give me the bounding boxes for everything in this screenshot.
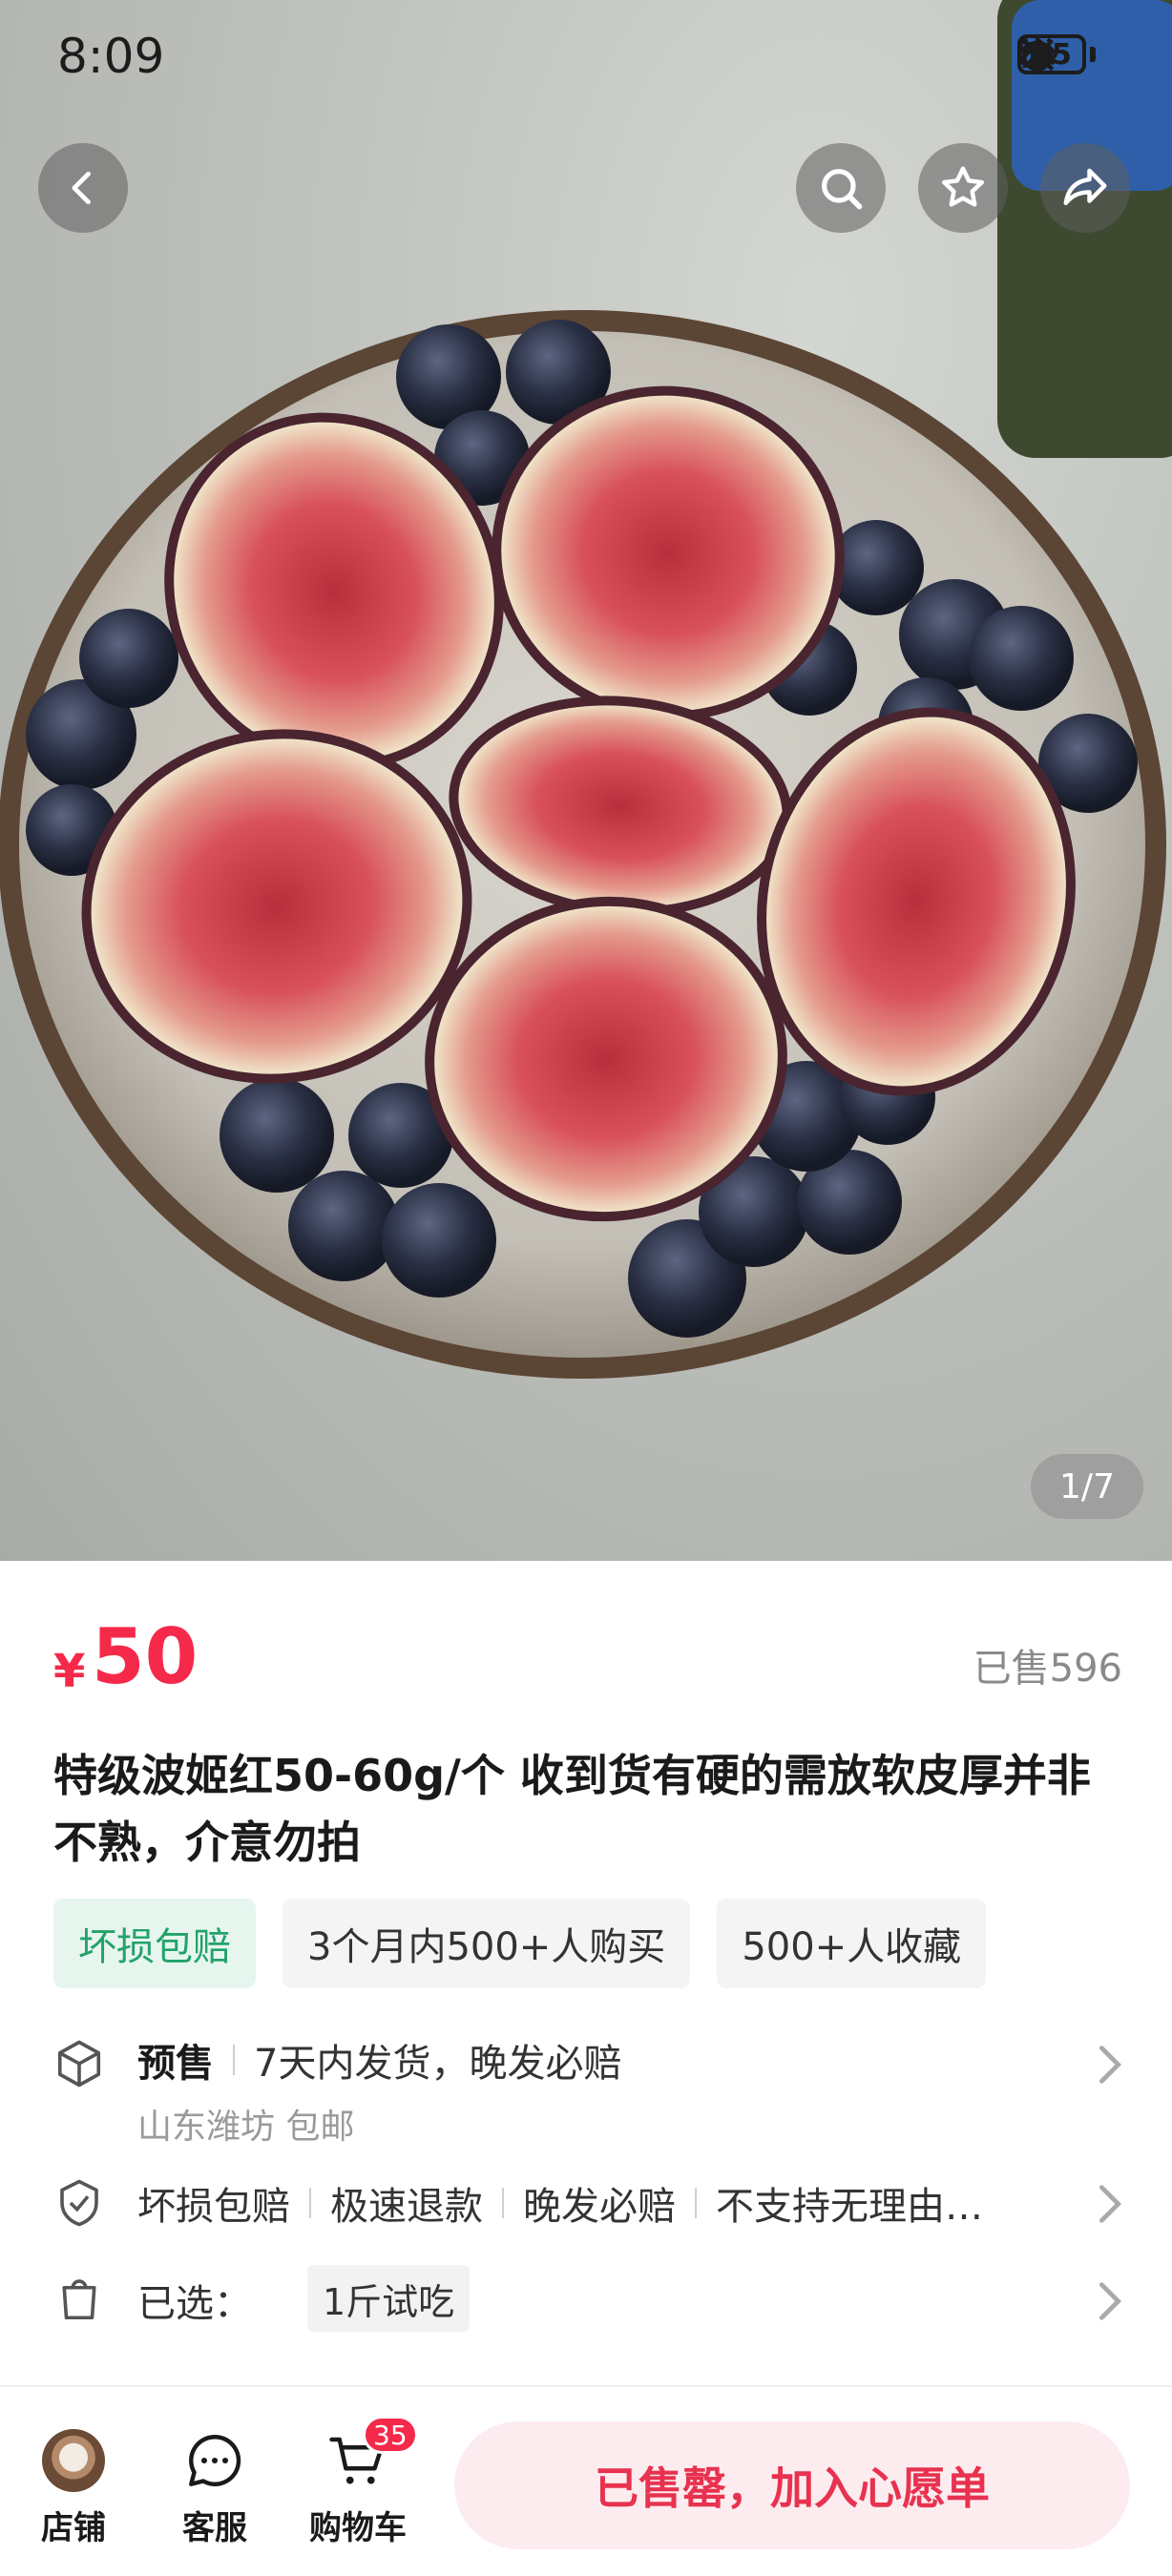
svg-text:4G: 4G: [1017, 40, 1034, 53]
chevron-right-icon: [1099, 2185, 1122, 2223]
back-button[interactable]: [38, 143, 128, 233]
price-row: ¥ 50 已售596: [0, 1612, 1172, 1708]
star-icon: [941, 166, 985, 207]
search-icon: [822, 169, 863, 210]
status-icons: 4G 95: [1017, 34, 1096, 74]
cart-label: 购物车: [309, 2509, 407, 2547]
product-title: 特级波姬红50-60g/个 收到货有硬的需放软皮厚并非不熟，介意勿拍: [53, 1750, 1091, 1868]
guarantee-item: 极速退款: [330, 2185, 483, 2229]
guarantee-item: 晚发必赔: [523, 2185, 676, 2229]
shop-button[interactable]: 店铺: [21, 2429, 126, 2548]
selected-label: 已选：: [137, 2282, 252, 2326]
guarantee-list: 坏损包赔 极速退款 晚发必赔 不支持无理由…: [137, 2175, 1092, 2231]
add-to-wishlist-button[interactable]: 已售罄，加入心愿单: [454, 2421, 1130, 2549]
shipping-main: 预售 7天内发货，晚发必赔: [137, 2032, 621, 2088]
service-label: 客服: [182, 2509, 247, 2547]
tag-damage-guarantee[interactable]: 坏损包赔: [53, 1899, 256, 1988]
shipping-text: 7天内发货，晚发必赔: [254, 2042, 622, 2086]
currency-symbol: ¥: [53, 1645, 86, 1698]
selected-variant[interactable]: 1斤试吃: [307, 2265, 471, 2332]
customer-service-button[interactable]: 客服: [162, 2429, 267, 2548]
selection-row[interactable]: 已选： 1斤试吃: [53, 2265, 1122, 2336]
guarantee-item: 坏损包赔: [137, 2185, 290, 2229]
favorite-button[interactable]: [918, 143, 1008, 233]
share-icon: [1063, 168, 1107, 205]
divider: [502, 2188, 504, 2218]
status-bar: 8:09 4G 95: [0, 0, 1172, 114]
sold-count: 已售596: [973, 1647, 1122, 1691]
divider: [695, 2188, 697, 2218]
shipping-origin: 山东潍坊 包邮: [137, 2108, 355, 2147]
share-button[interactable]: [1040, 143, 1130, 233]
tag-favorite-count[interactable]: 500+人收藏: [717, 1899, 987, 1988]
search-button[interactable]: [796, 143, 886, 233]
presale-label: 预售: [137, 2042, 214, 2086]
cart-button[interactable]: 35 购物车: [305, 2416, 418, 2548]
tag-list: 坏损包赔 3个月内500+人购买 500+人收藏: [53, 1899, 987, 1988]
product-photo: [0, 0, 1172, 1379]
guarantee-item: 不支持无理由…: [716, 2185, 983, 2229]
bottom-action-bar: 店铺 客服 35 购物车 已售罄，加入心愿单: [0, 2385, 1172, 2576]
back-arrow-icon: [72, 171, 91, 205]
shop-label: 店铺: [41, 2509, 106, 2547]
image-counter: 1/7: [1031, 1454, 1143, 1519]
chat-icon: [189, 2435, 241, 2486]
shop-avatar: [42, 2429, 105, 2492]
cart-count-badge: 35: [363, 2416, 418, 2454]
shipping-row[interactable]: 预售 7天内发货，晚发必赔 山东潍坊 包邮: [53, 2032, 1122, 2166]
divider: [233, 2045, 235, 2075]
guarantee-row[interactable]: 坏损包赔 极速退款 晚发必赔 不支持无理由…: [53, 2175, 1122, 2233]
product-image-gallery[interactable]: 8:09 4G 95 1/7: [0, 0, 1172, 1561]
chevron-right-icon: [1099, 2282, 1122, 2320]
package-icon: [57, 2040, 101, 2088]
bag-icon: [62, 2279, 96, 2320]
tag-purchase-count[interactable]: 3个月内500+人购买: [283, 1899, 691, 1988]
divider: [309, 2188, 311, 2218]
price: 50: [92, 1612, 199, 1701]
signal-icon: 4G: [1017, 40, 1051, 68]
shield-check-icon: [60, 2179, 98, 2227]
chevron-right-icon: [1099, 2046, 1122, 2084]
status-time: 8:09: [57, 29, 165, 84]
